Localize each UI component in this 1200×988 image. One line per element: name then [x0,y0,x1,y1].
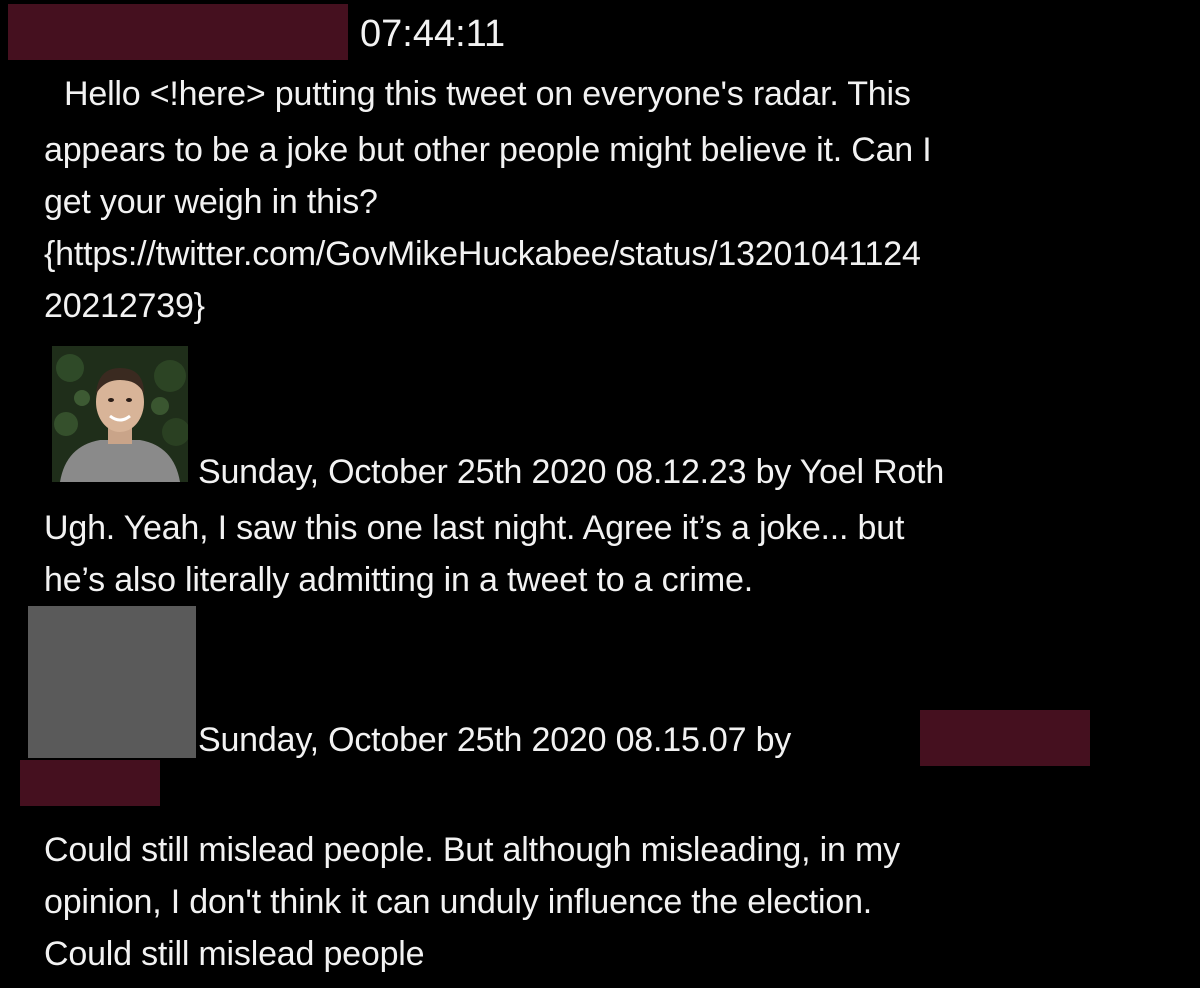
redacted-username-2-continued [20,760,160,806]
reply-1-meta: Sunday, October 25th 2020 08.12.23 by Yo… [198,453,945,491]
reply-1-line-2: he’s also literally admitting in a tweet… [44,561,753,599]
redacted-username-1 [8,4,348,60]
redacted-username-2 [920,710,1090,766]
reply-2-meta: Sunday, October 25th 2020 08.15.07 by [198,721,792,759]
message-timestamp: 07:44:11 [360,13,506,55]
reply-1-line-1: Ugh. Yeah, I saw this one last night. Ag… [44,509,905,547]
avatar-photo[interactable] [52,346,188,482]
person-photo-icon [52,346,188,482]
message-line-3: get your weigh in this? [44,183,378,221]
message-line-2: appears to be a joke but other people mi… [44,131,932,169]
reply-2-line-2: opinion, I don't think it can unduly inf… [44,883,873,921]
message-line-1: Hello <!here> putting this tweet on ever… [64,75,911,113]
avatar-placeholder[interactable] [28,606,196,758]
reply-2-line-1: Could still mislead people. But although… [44,831,900,869]
message-link-line-1[interactable]: {https://twitter.com/GovMikeHuckabee/sta… [44,232,921,276]
reply-2-line-3: Could still mislead people [44,935,425,973]
message-link-line-2[interactable]: 20212739} [44,284,205,328]
